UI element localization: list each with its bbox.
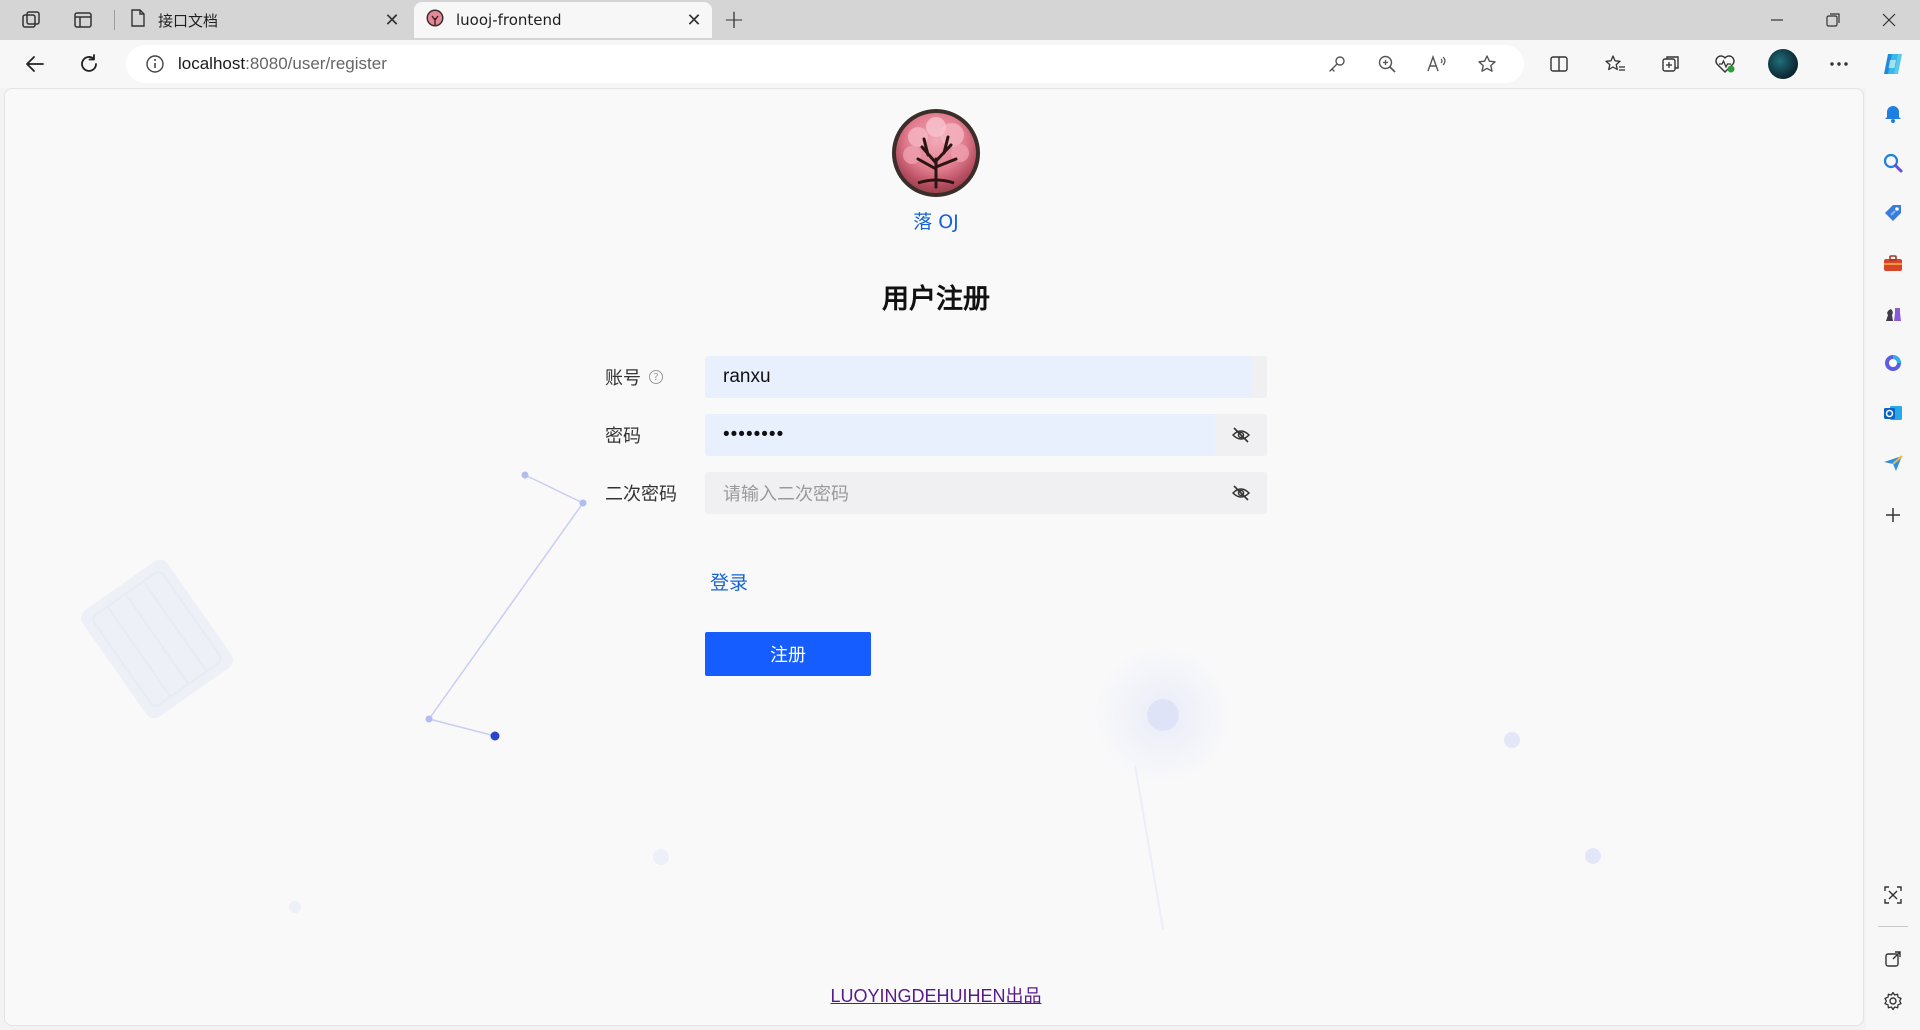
zoom-icon[interactable] — [1362, 45, 1412, 83]
screenshot-icon[interactable] — [1874, 876, 1912, 914]
new-tab-icon[interactable]: + — [718, 4, 750, 36]
account-input[interactable]: ranxu — [705, 356, 1267, 398]
copilot-icon[interactable] — [1874, 46, 1912, 82]
favorites-icon[interactable] — [1596, 46, 1634, 82]
search-icon[interactable] — [1874, 144, 1912, 182]
toolbox-icon[interactable] — [1874, 244, 1912, 282]
account-value: ranxu — [723, 366, 771, 387]
cherry-tree-logo-image — [896, 113, 976, 193]
field-label: 二次密码 — [605, 484, 677, 505]
office-icon[interactable] — [1874, 344, 1912, 382]
site-favicon — [426, 9, 444, 31]
tag-icon[interactable] — [1874, 194, 1912, 232]
page-viewport: 落 OJ 用户注册 账号 ? ranxu 密码 •••••••• 二次密码 请输… — [4, 88, 1864, 1026]
outlook-icon[interactable] — [1874, 394, 1912, 432]
password-label: 密码 — [605, 414, 641, 456]
tab-separator — [114, 10, 115, 30]
minimize-icon[interactable] — [1750, 0, 1804, 40]
collections-icon[interactable] — [1652, 46, 1690, 82]
tab-strip: 接口文档 ✕ luooj-frontend ✕ + — [0, 0, 1920, 40]
tab-actions-icon[interactable] — [64, 4, 102, 36]
help-icon[interactable]: ? — [649, 370, 663, 384]
tab-api-docs[interactable]: 接口文档 ✕ — [118, 2, 410, 38]
tab-title: luooj-frontend — [456, 11, 562, 29]
chess-icon[interactable] — [1874, 294, 1912, 332]
open-external-icon[interactable] — [1874, 940, 1912, 978]
settings-icon[interactable] — [1874, 982, 1912, 1020]
confirm-password-placeholder: 请输入二次密码 — [723, 484, 849, 505]
more-icon[interactable] — [1820, 46, 1858, 82]
refresh-icon[interactable] — [70, 46, 108, 82]
close-window-icon[interactable] — [1862, 0, 1916, 40]
sidebar-divider — [1878, 926, 1908, 927]
register-button[interactable]: 注册 — [705, 632, 871, 676]
field-label: 密码 — [605, 426, 641, 447]
add-icon[interactable] — [1874, 496, 1912, 534]
footer-link[interactable]: LUOYINGDEHUIHEN出品 — [795, 982, 1077, 1008]
key-icon[interactable] — [1312, 45, 1362, 83]
field-label: 账号 — [605, 368, 641, 389]
address-bar[interactable]: localhost:8080/user/register — [126, 45, 1524, 83]
workspaces-icon[interactable] — [12, 4, 50, 36]
split-screen-icon[interactable] — [1540, 46, 1578, 82]
password-value: •••••••• — [723, 424, 785, 445]
tab-luooj-frontend[interactable]: luooj-frontend ✕ — [414, 2, 712, 38]
account-label: 账号 ? — [605, 356, 663, 398]
edge-sidebar — [1866, 88, 1920, 1030]
profile-avatar[interactable] — [1768, 49, 1798, 79]
eye-hidden-icon[interactable] — [1215, 472, 1267, 514]
read-aloud-icon[interactable] — [1412, 45, 1462, 83]
favorite-star-icon[interactable] — [1462, 45, 1512, 83]
eye-hidden-icon[interactable] — [1215, 414, 1267, 456]
info-icon[interactable] — [132, 54, 178, 74]
url-text[interactable]: localhost:8080/user/register — [178, 54, 387, 74]
login-link[interactable]: 登录 — [710, 568, 748, 595]
close-icon[interactable]: ✕ — [680, 6, 708, 34]
url-host: localhost — [178, 54, 246, 73]
bell-icon[interactable] — [1874, 94, 1912, 132]
tree-icon — [903, 117, 969, 189]
confirm-password-input[interactable]: 请输入二次密码 — [705, 472, 1267, 514]
page-title: 用户注册 — [882, 284, 990, 315]
password-input[interactable]: •••••••• — [705, 414, 1267, 456]
site-name[interactable]: 落 OJ — [865, 207, 1007, 234]
browser-essentials-icon[interactable] — [1706, 46, 1744, 82]
restore-icon[interactable] — [1806, 0, 1860, 40]
tab-title: 接口文档 — [158, 11, 219, 30]
document-icon — [130, 9, 146, 31]
site-logo[interactable] — [892, 109, 980, 197]
browser-toolbar: localhost:8080/user/register — [0, 40, 1920, 88]
close-icon[interactable]: ✕ — [378, 6, 406, 34]
url-path: :8080/user/register — [245, 54, 387, 73]
confirm-password-label: 二次密码 — [605, 472, 677, 514]
send-icon[interactable] — [1874, 444, 1912, 482]
back-icon[interactable] — [16, 46, 54, 82]
input-suffix — [1251, 356, 1267, 398]
